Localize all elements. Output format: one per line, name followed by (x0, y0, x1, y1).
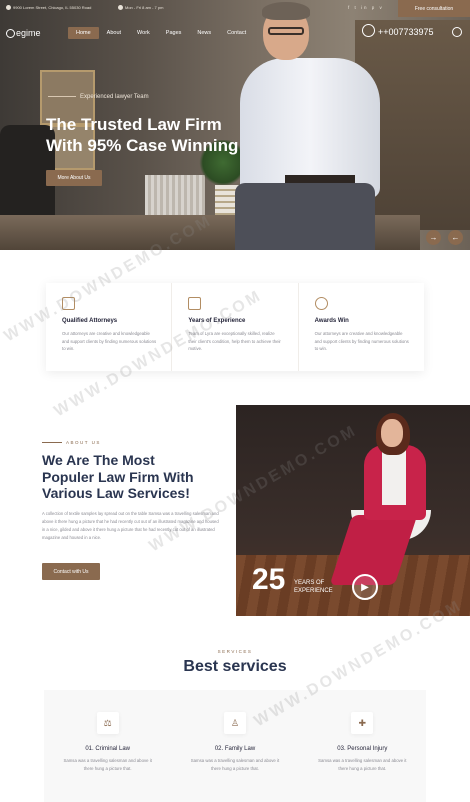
hero-subtitle: Experienced lawyer Team (48, 94, 149, 100)
divider-line (48, 95, 76, 97)
feature-text: Our attorneys are creative and knowledge… (62, 331, 157, 351)
phone-number[interactable]: ++007733975 (378, 27, 434, 37)
logo-icon (6, 29, 15, 39)
location-icon (6, 5, 11, 11)
feature-card: Years of Experience Team of Lyra are exc… (172, 283, 299, 371)
about-label-text: ABOUT US (66, 440, 101, 445)
site-logo[interactable]: egime (6, 28, 41, 39)
service-card[interactable]: ⚖ 01. Criminal Law Samsa was a travellin… (44, 690, 171, 802)
feature-title: Years of Experience (188, 318, 246, 324)
phone-icon (362, 24, 375, 37)
clock-icon (118, 5, 123, 11)
nav-news[interactable]: News (189, 27, 219, 39)
logo-text: egime (16, 28, 41, 38)
free-consultation-button[interactable]: Free consultation (398, 0, 470, 17)
service-card[interactable]: ✚ 03. Personal Injury Samsa was a travel… (299, 690, 426, 802)
feature-title: Qualified Attorneys (62, 318, 118, 324)
award-icon (314, 297, 328, 310)
service-name: 01. Criminal Law (85, 746, 130, 752)
services-title: Best services (183, 658, 287, 675)
next-arrow-icon[interactable]: → (426, 230, 441, 245)
service-text: Samsa was a travelling salesman and abov… (63, 758, 152, 771)
feature-card: Awards Win Our attorneys are creative an… (299, 283, 424, 371)
about-title-line: We Are The Most (42, 452, 155, 468)
about-title: We Are The Most Populer Law Firm With Va… (42, 452, 237, 502)
main-nav: Home About Work Pages News Contact (68, 27, 254, 39)
divider-line (42, 442, 62, 444)
play-video-icon[interactable]: ▶ (352, 574, 378, 600)
top-info-bar: 9900 Lorem Street, Chicago, IL 55030 Roa… (0, 0, 470, 18)
about-text: A collection of textile samples lay spre… (42, 511, 219, 540)
search-icon[interactable] (452, 27, 462, 37)
feature-card: Qualified Attorneys Our attorneys are cr… (46, 283, 173, 371)
contact-button[interactable]: Contact with Us (42, 563, 100, 580)
feature-text: Our attorneys are creative and knowledge… (314, 331, 409, 351)
prev-arrow-icon[interactable]: ← (448, 230, 463, 245)
years-label-line: YEARS OF (294, 580, 325, 586)
about-title-line: Various Law Services! (42, 485, 190, 501)
about-label: ABOUT US (42, 440, 101, 445)
nav-contact[interactable]: Contact (219, 27, 254, 39)
services-list: ⚖ 01. Criminal Law Samsa was a travellin… (44, 690, 426, 802)
address-info: 9900 Lorem Street, Chicago, IL 55030 Roa… (6, 5, 92, 11)
family-icon: ♙ (223, 712, 246, 734)
social-icons[interactable]: f t in p v (348, 5, 384, 10)
hero-title-line: With 95% Case Winning (46, 136, 239, 155)
attorney-icon (62, 297, 75, 310)
feature-title: Awards Win (314, 318, 349, 324)
service-card[interactable]: ♙ 02. Family Law Samsa was a travelling … (171, 690, 298, 802)
background-radiator (145, 175, 205, 215)
service-text: Samsa was a travelling salesman and abov… (318, 758, 407, 771)
hours-text: Mon - Fri 8 am - 7 pm (125, 5, 164, 10)
feature-text: Team of Lyra are exceptionally skilled, … (188, 331, 281, 351)
gavel-icon: ⚖ (96, 712, 119, 734)
document-icon (188, 297, 202, 310)
years-label: YEARS OF EXPERIENCE (294, 579, 333, 595)
more-about-button[interactable]: More About Us (46, 170, 102, 186)
service-name: 03. Personal Injury (337, 746, 388, 752)
features-section: Qualified Attorneys Our attorneys are cr… (46, 283, 424, 371)
hero-title: The Trusted Law Firm With 95% Case Winni… (46, 114, 306, 156)
years-label-line: EXPERIENCE (294, 588, 333, 594)
service-text: Samsa was a travelling salesman and abov… (190, 758, 280, 771)
nav-work[interactable]: Work (129, 27, 158, 39)
service-name: 02. Family Law (214, 746, 256, 752)
nav-home[interactable]: Home (68, 27, 99, 39)
nav-pages[interactable]: Pages (158, 27, 190, 39)
hero-subtitle-text: Experienced lawyer Team (80, 94, 149, 100)
injury-icon: ✚ (351, 712, 374, 734)
nav-about[interactable]: About (99, 27, 129, 39)
years-number: 25 (252, 563, 286, 596)
about-title-line: Populer Law Firm With (42, 468, 194, 485)
services-label: SERVICES (217, 649, 253, 654)
hero-title-line: The Trusted Law Firm (46, 115, 222, 134)
address-text: 9900 Lorem Street, Chicago, IL 55030 Roa… (13, 5, 92, 10)
hours-info: Mon - Fri 8 am - 7 pm (118, 5, 164, 11)
